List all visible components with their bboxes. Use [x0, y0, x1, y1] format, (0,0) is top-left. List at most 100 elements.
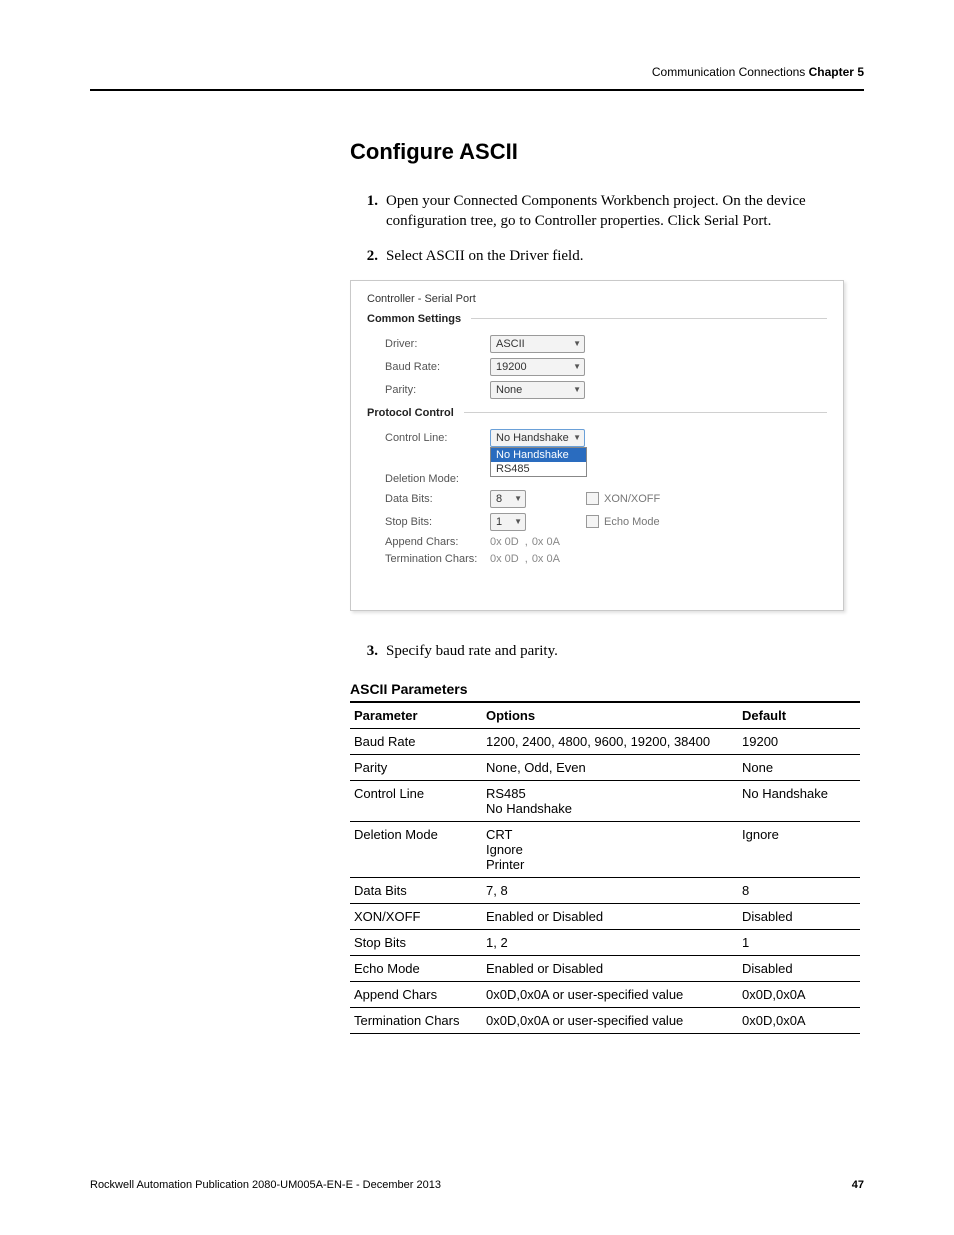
driver-select[interactable]: ASCII ▼ — [490, 335, 585, 353]
cell-options: 7, 8 — [482, 878, 738, 904]
dropdown-option-no-handshake[interactable]: No Handshake — [491, 448, 586, 462]
row-append-chars: Append Chars: 0x 0D , 0x 0A — [385, 536, 827, 548]
cell-default: 8 — [738, 878, 860, 904]
page-title: Configure ASCII — [350, 139, 864, 165]
th-default: Default — [738, 702, 860, 729]
table-row: Deletion ModeCRT Ignore PrinterIgnore — [350, 822, 860, 878]
append2-value: 0x 0A — [532, 536, 560, 548]
table-row: Append Chars0x0D,0x0A or user-specified … — [350, 982, 860, 1008]
cell-parameter: Control Line — [350, 781, 482, 822]
label-stop-bits: Stop Bits: — [385, 516, 490, 528]
label-driver: Driver: — [385, 338, 490, 350]
step-number: 2. — [350, 246, 378, 266]
label-append: Append Chars: — [385, 536, 490, 548]
control-line-select[interactable]: No Handshake ▼ — [490, 429, 585, 447]
cell-parameter: XON/XOFF — [350, 904, 482, 930]
row-parity: Parity: None ▼ — [385, 381, 827, 399]
cell-default: 1 — [738, 930, 860, 956]
row-driver: Driver: ASCII ▼ — [385, 335, 827, 353]
cell-options: Enabled or Disabled — [482, 956, 738, 982]
group-common-settings: Common Settings — [367, 313, 827, 325]
append1-value: 0x 0D — [490, 536, 519, 548]
term1-value: 0x 0D — [490, 553, 519, 565]
checkbox-icon — [586, 492, 599, 505]
chevron-down-icon: ▼ — [573, 339, 581, 348]
cell-default: 0x0D,0x0A — [738, 982, 860, 1008]
row-data-bits: Data Bits: 8 ▼ XON/XOFF — [385, 490, 827, 508]
header-section: Communication Connections — [652, 65, 805, 79]
ascii-parameters-table: Parameter Options Default Baud Rate1200,… — [350, 701, 860, 1034]
table-row: Echo ModeEnabled or DisabledDisabled — [350, 956, 860, 982]
cell-default: 19200 — [738, 729, 860, 755]
control-line-dropdown-list: No Handshake RS485 — [490, 447, 587, 477]
label-baud: Baud Rate: — [385, 361, 490, 373]
table-row: Stop Bits1, 21 — [350, 930, 860, 956]
comma: , — [525, 536, 528, 548]
comma: , — [525, 553, 528, 565]
row-deletion-mode: Deletion Mode: — [385, 473, 827, 485]
table-row: Control LineRS485 No HandshakeNo Handsha… — [350, 781, 860, 822]
stop-bits-select[interactable]: 1 ▼ — [490, 513, 526, 531]
xon-xoff-checkbox[interactable]: XON/XOFF — [586, 492, 660, 505]
cell-parameter: Append Chars — [350, 982, 482, 1008]
cell-default: Ignore — [738, 822, 860, 878]
cell-options: Enabled or Disabled — [482, 904, 738, 930]
cell-options: 0x0D,0x0A or user-specified value — [482, 982, 738, 1008]
chevron-down-icon: ▼ — [514, 517, 522, 526]
cell-default: No Handshake — [738, 781, 860, 822]
header-chapter: Chapter 5 — [809, 65, 864, 79]
cell-options: 1, 2 — [482, 930, 738, 956]
footer-publication: Rockwell Automation Publication 2080-UM0… — [90, 1179, 441, 1191]
step-text: Select ASCII on the Driver field. — [386, 246, 864, 266]
label-data-bits: Data Bits: — [385, 493, 490, 505]
cell-parameter: Baud Rate — [350, 729, 482, 755]
group-protocol-control: Protocol Control — [367, 407, 827, 419]
step-number: 1. — [350, 191, 378, 232]
dropdown-option-rs485[interactable]: RS485 — [491, 462, 586, 476]
table-title: ASCII Parameters — [350, 681, 864, 697]
cell-options: 1200, 2400, 4800, 9600, 19200, 38400 — [482, 729, 738, 755]
term2-value: 0x 0A — [532, 553, 560, 565]
step-text: Specify baud rate and parity. — [386, 641, 864, 661]
cell-options: 0x0D,0x0A or user-specified value — [482, 1008, 738, 1034]
table-row: XON/XOFFEnabled or DisabledDisabled — [350, 904, 860, 930]
step-1: 1. Open your Connected Components Workbe… — [350, 191, 864, 232]
table-row: ParityNone, Odd, EvenNone — [350, 755, 860, 781]
label-control-line: Control Line: — [385, 432, 490, 444]
row-control-line: Control Line: No Handshake ▼ No Handshak… — [385, 429, 827, 447]
chevron-down-icon: ▼ — [573, 362, 581, 371]
cell-parameter: Deletion Mode — [350, 822, 482, 878]
row-baud: Baud Rate: 19200 ▼ — [385, 358, 827, 376]
th-options: Options — [482, 702, 738, 729]
echo-mode-checkbox[interactable]: Echo Mode — [586, 515, 660, 528]
step-text: Open your Connected Components Workbench… — [386, 191, 864, 232]
step-2: 2. Select ASCII on the Driver field. — [350, 246, 864, 266]
table-row: Baud Rate1200, 2400, 4800, 9600, 19200, … — [350, 729, 860, 755]
th-parameter: Parameter — [350, 702, 482, 729]
step-3: 3. Specify baud rate and parity. — [350, 641, 864, 661]
page-footer: Rockwell Automation Publication 2080-UM0… — [90, 1179, 864, 1191]
echo-mode-label: Echo Mode — [604, 516, 660, 528]
cell-parameter: Stop Bits — [350, 930, 482, 956]
xon-xoff-label: XON/XOFF — [604, 493, 660, 505]
screenshot-title: Controller - Serial Port — [367, 293, 827, 305]
cell-parameter: Parity — [350, 755, 482, 781]
label-term: Termination Chars: — [385, 553, 500, 565]
table-row: Termination Chars0x0D,0x0A or user-speci… — [350, 1008, 860, 1034]
cell-options: RS485 No Handshake — [482, 781, 738, 822]
row-term-chars: Termination Chars: 0x 0D , 0x 0A — [385, 553, 827, 565]
row-stop-bits: Stop Bits: 1 ▼ Echo Mode — [385, 513, 827, 531]
data-bits-select[interactable]: 8 ▼ — [490, 490, 526, 508]
baud-select[interactable]: 19200 ▼ — [490, 358, 585, 376]
footer-page-number: 47 — [852, 1179, 864, 1191]
running-header: Communication Connections Chapter 5 — [90, 65, 864, 91]
cell-default: Disabled — [738, 956, 860, 982]
label-parity: Parity: — [385, 384, 490, 396]
parity-select[interactable]: None ▼ — [490, 381, 585, 399]
cell-parameter: Echo Mode — [350, 956, 482, 982]
checkbox-icon — [586, 515, 599, 528]
cell-parameter: Data Bits — [350, 878, 482, 904]
cell-options: CRT Ignore Printer — [482, 822, 738, 878]
chevron-down-icon: ▼ — [573, 385, 581, 394]
cell-options: None, Odd, Even — [482, 755, 738, 781]
